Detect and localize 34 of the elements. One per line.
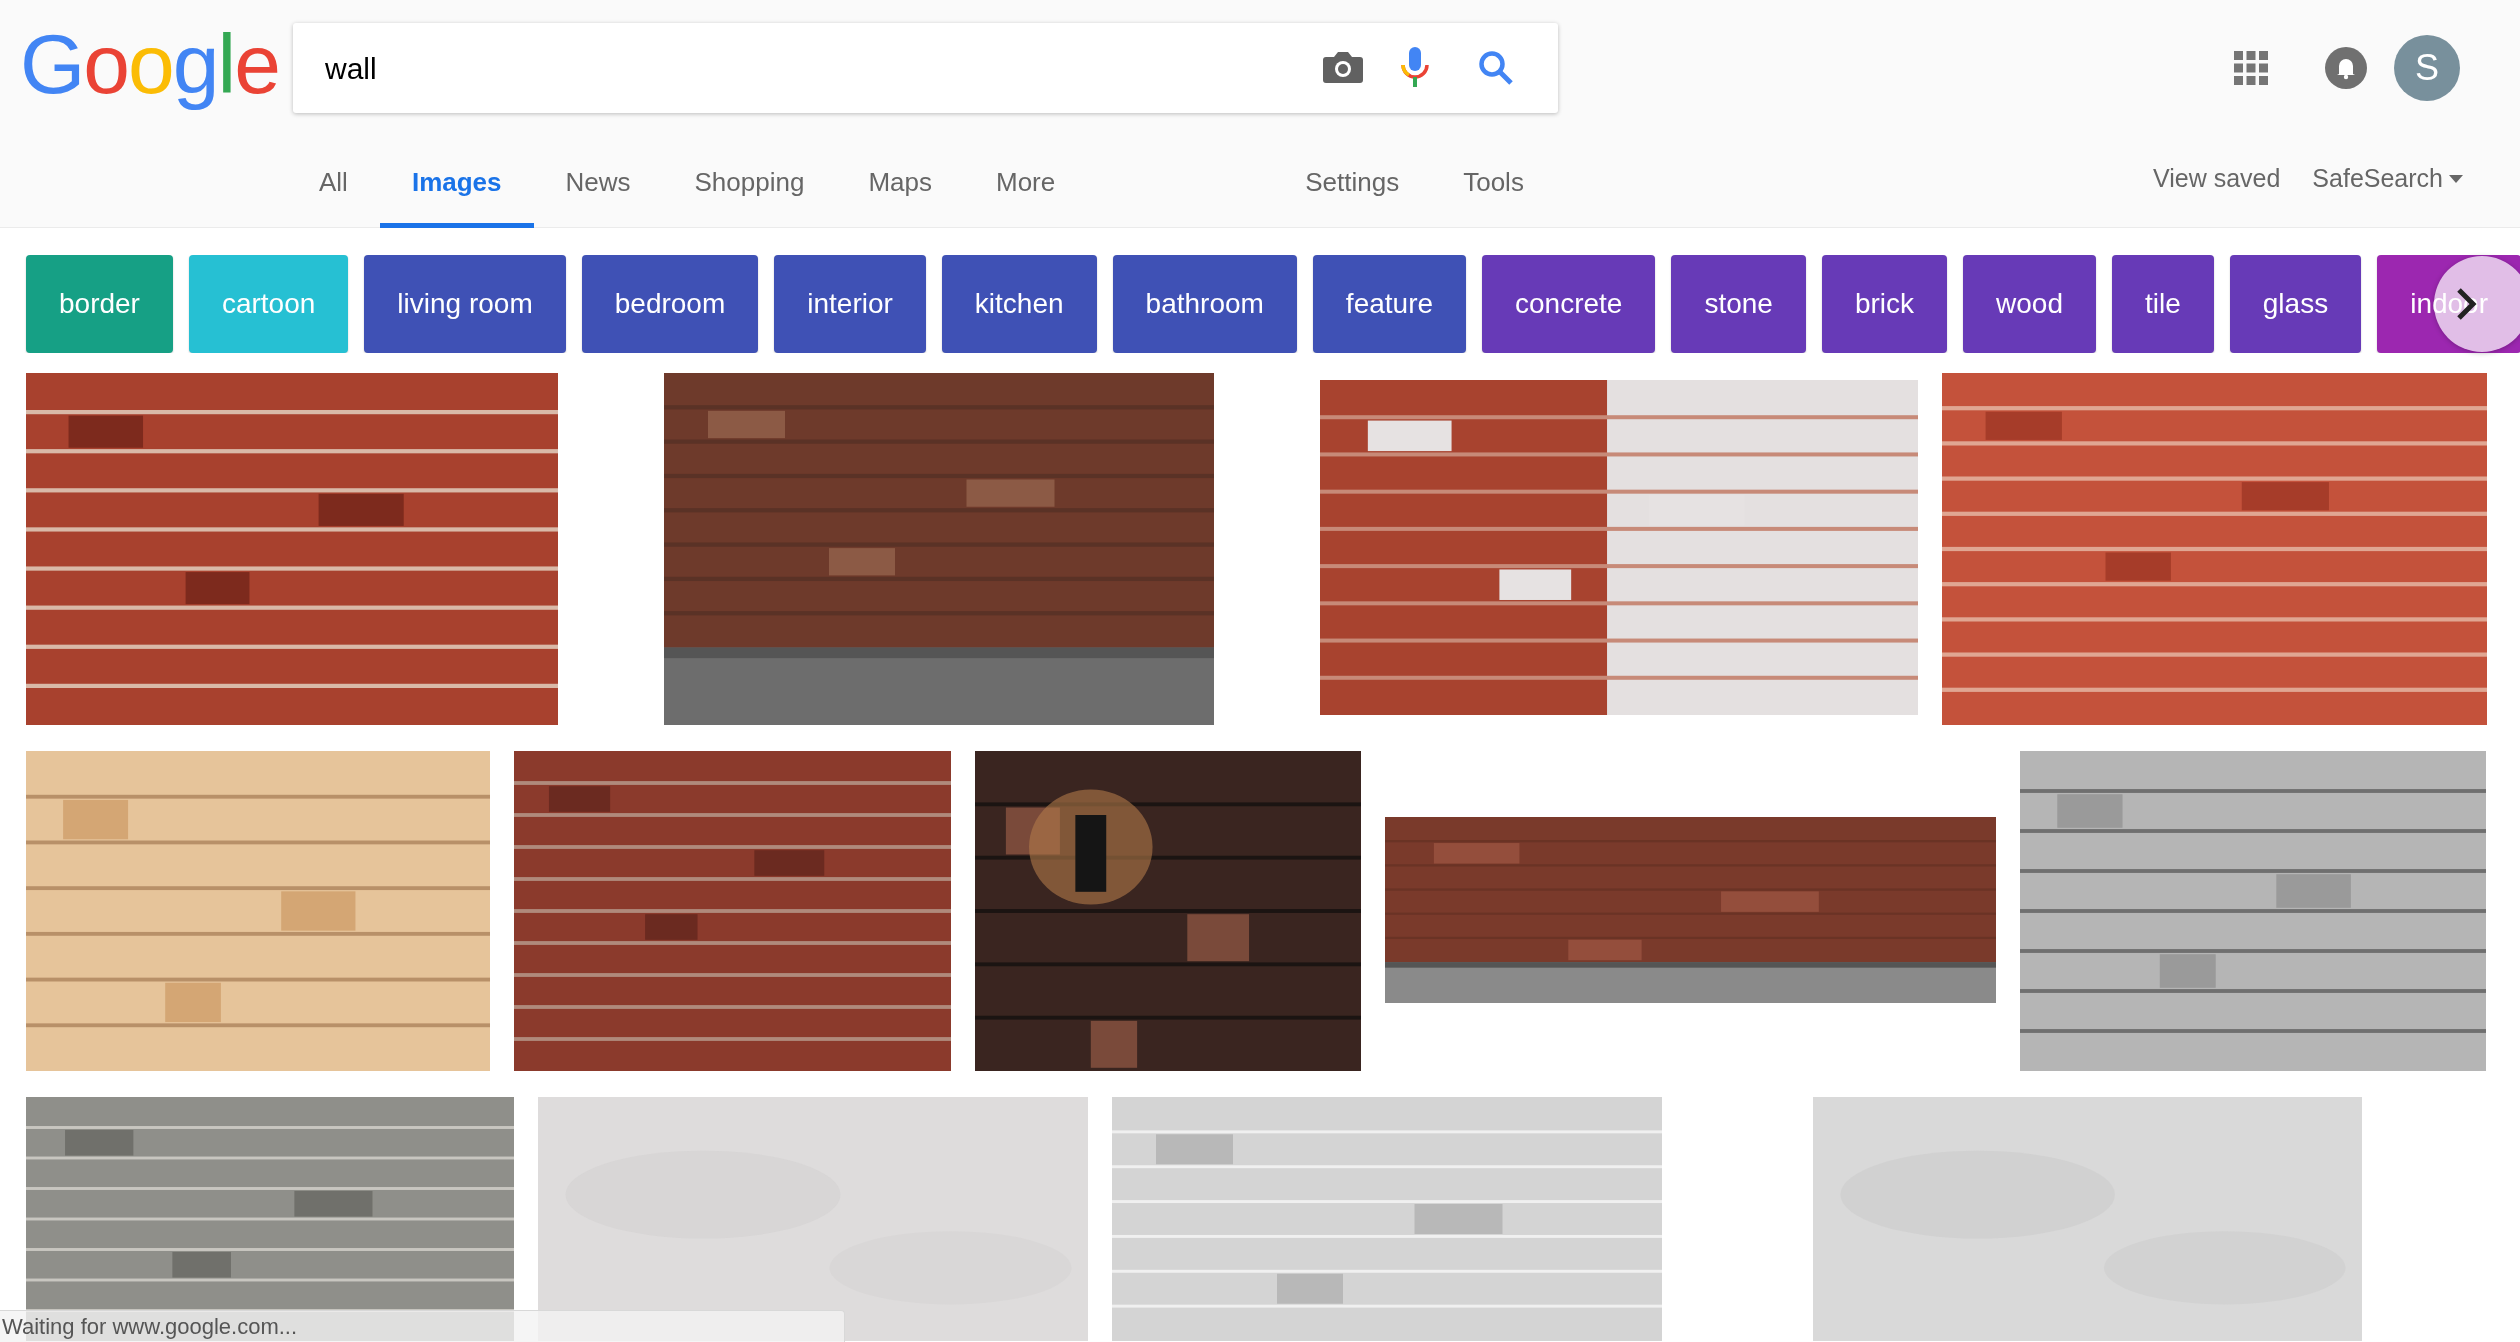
nav-link[interactable]: Tools [1431, 136, 1556, 228]
search-icon[interactable] [1478, 50, 1514, 86]
view-saved-link[interactable]: View saved [2152, 160, 2281, 198]
apps-grid-icon[interactable] [2234, 51, 2268, 85]
related-search-chip[interactable]: brick [1821, 255, 1948, 353]
nav-tab[interactable]: More [964, 136, 1088, 228]
google-logo[interactable]: Google [20, 15, 279, 113]
safesearch-dropdown[interactable]: SafeSearch [2312, 160, 2463, 198]
notification-bell-icon[interactable] [2325, 47, 2367, 89]
microphone-icon[interactable] [1400, 46, 1430, 90]
related-search-chip[interactable]: stone [1671, 255, 1806, 353]
nav-tab[interactable]: Images [379, 136, 534, 228]
related-search-chip[interactable]: tile [2112, 255, 2214, 353]
nav-tab[interactable]: Maps [836, 136, 964, 228]
account-avatar[interactable]: S [2394, 35, 2460, 101]
related-search-chip[interactable]: living room [364, 255, 566, 353]
status-bar: Waiting for www.google.com... [0, 1310, 845, 1342]
related-search-chip[interactable]: wood [1963, 255, 2096, 353]
nav-tab[interactable]: Shopping [662, 136, 837, 228]
search-field[interactable]: wall [293, 23, 1558, 113]
nav-link[interactable]: Settings [1273, 136, 1432, 228]
nav-tab[interactable]: All [287, 136, 380, 228]
related-search-chip[interactable]: bathroom [1112, 255, 1297, 353]
camera-icon[interactable] [1322, 50, 1364, 86]
related-search-chip[interactable]: kitchen [941, 255, 1097, 353]
related-search-chip[interactable]: bedroom [581, 255, 759, 353]
related-search-chip[interactable]: concrete [1482, 255, 1656, 353]
search-query: wall [325, 50, 377, 87]
related-search-chip[interactable]: glass [2229, 255, 2362, 353]
related-search-chip[interactable]: interior [774, 255, 926, 353]
dropdown-caret-icon [2449, 175, 2463, 183]
nav-tab[interactable]: News [533, 136, 663, 228]
related-search-chip[interactable]: feature [1312, 255, 1467, 353]
related-search-chip[interactable]: border [26, 255, 173, 353]
